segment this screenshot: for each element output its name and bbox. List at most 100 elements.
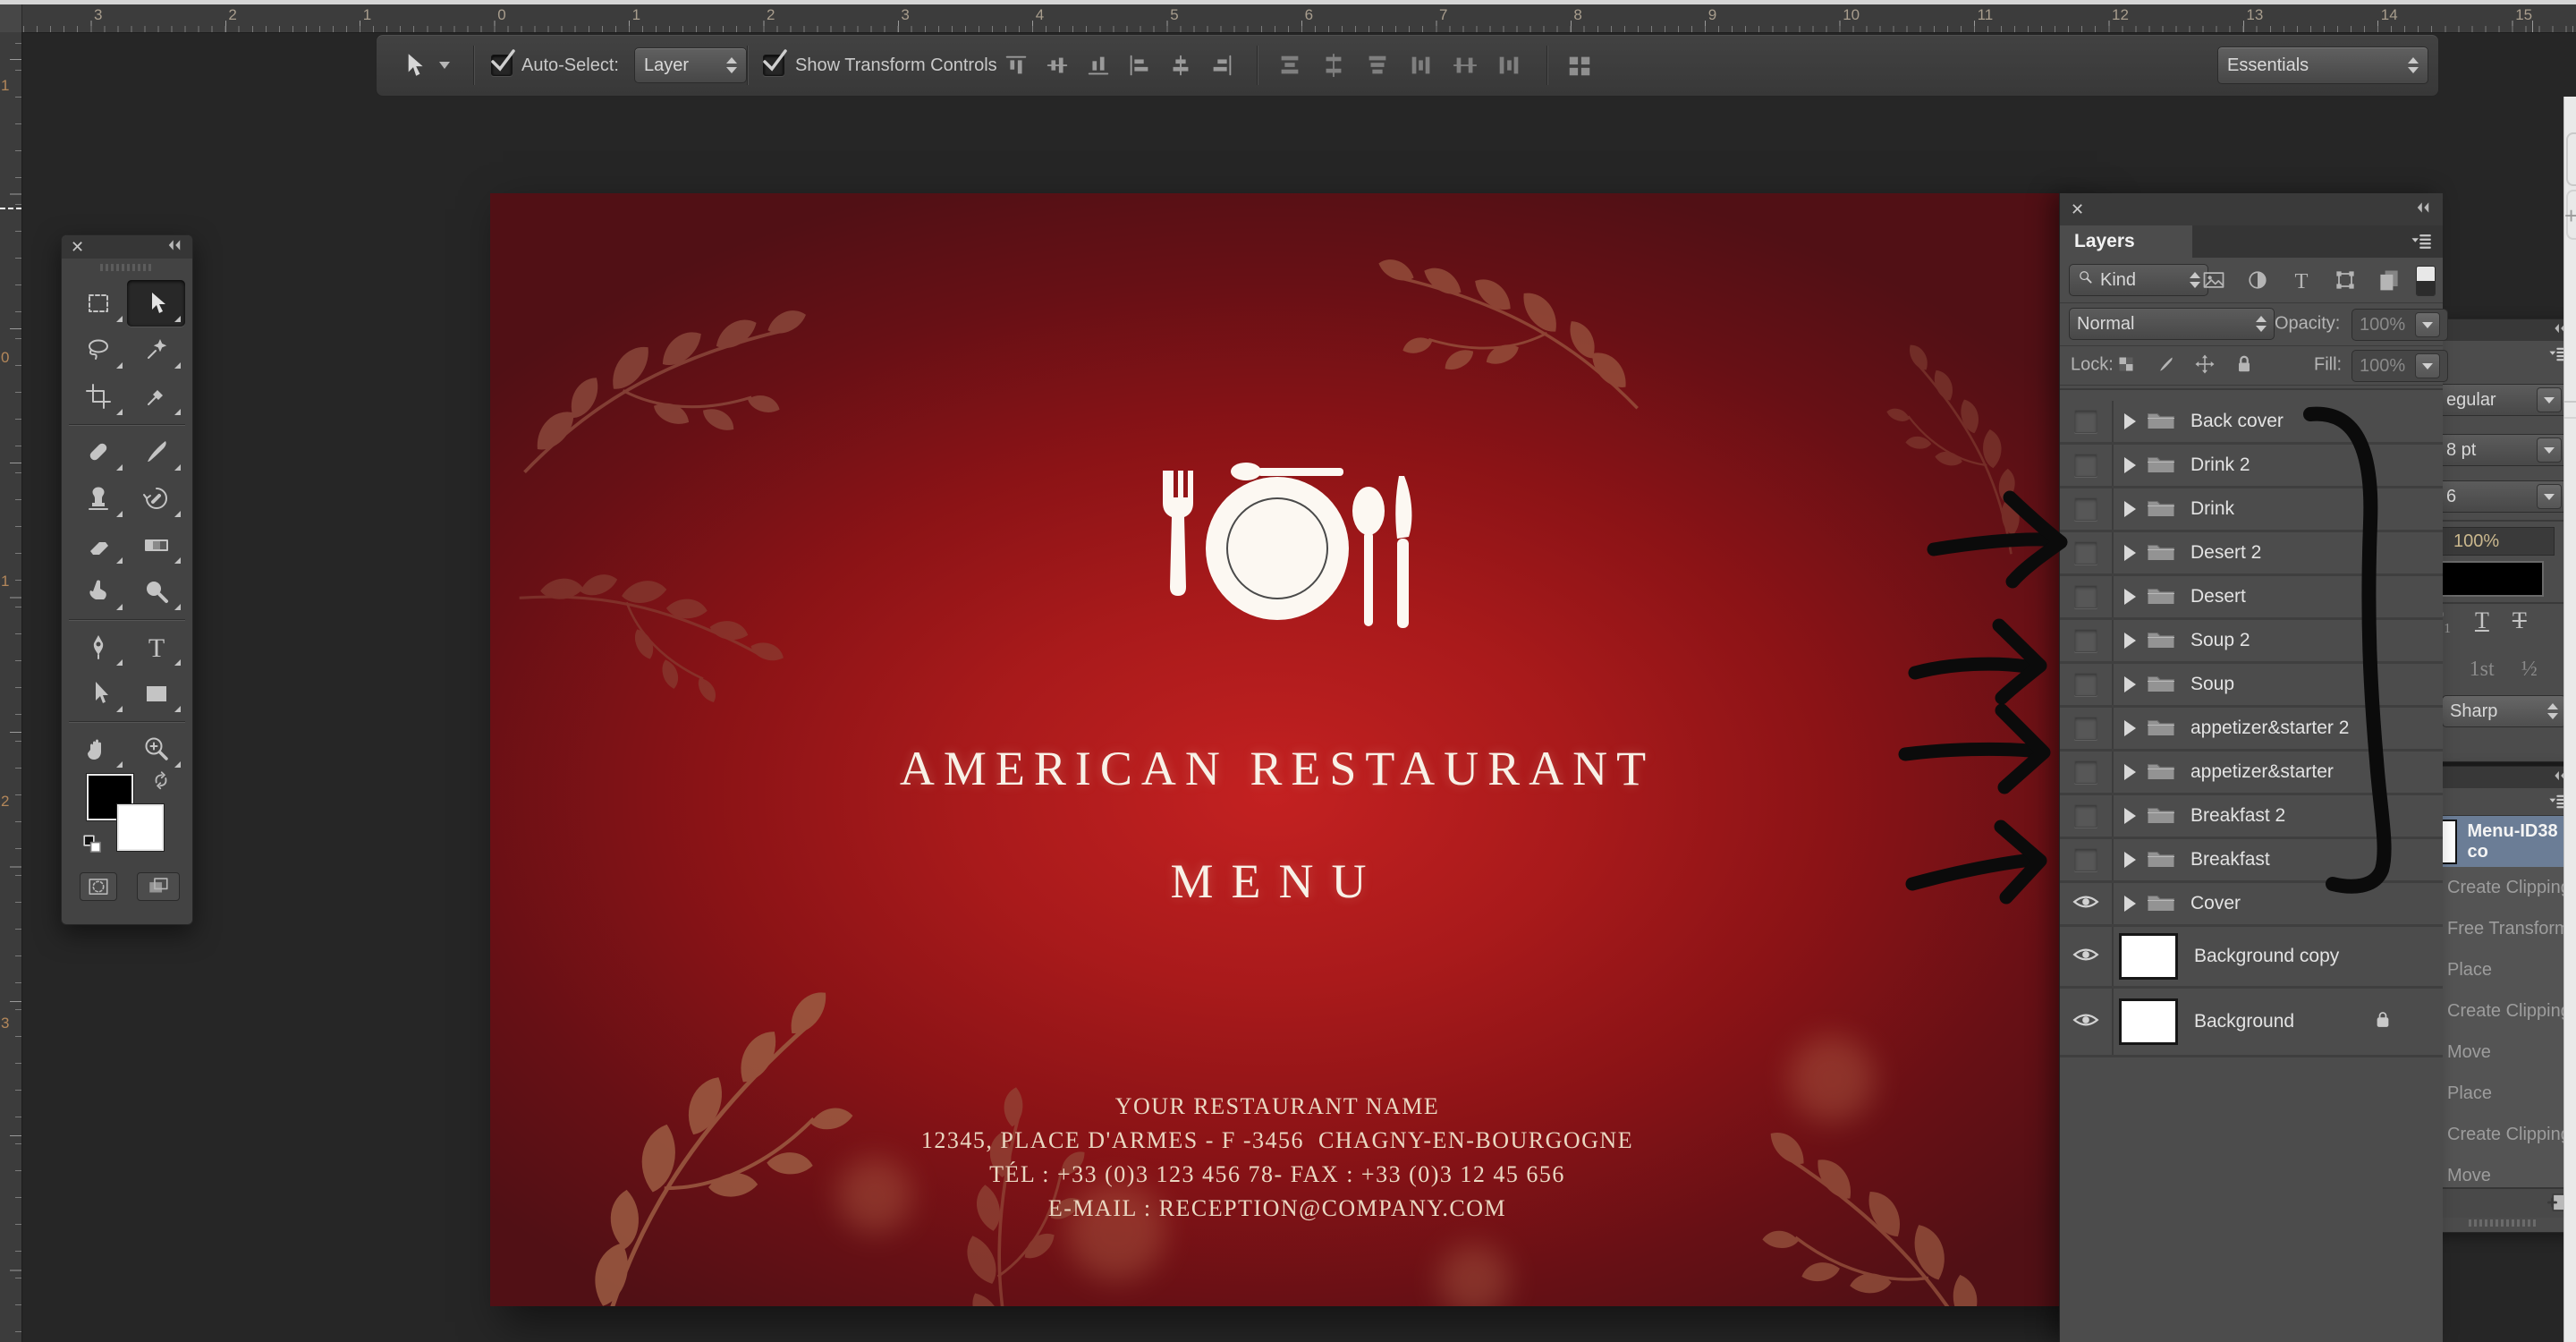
align-right-edges-icon[interactable] xyxy=(1205,48,1239,82)
brush-tool[interactable] xyxy=(127,429,185,475)
disclosure-triangle-icon[interactable] xyxy=(2124,676,2136,692)
layer-row[interactable]: Soup xyxy=(2060,664,2443,708)
filter-smart-object-icon[interactable] xyxy=(2377,268,2403,294)
quick-mask-button[interactable] xyxy=(80,872,117,901)
layer-name[interactable]: Drink 2 xyxy=(2190,454,2250,476)
visibility-toggle[interactable] xyxy=(2060,883,2114,924)
visibility-toggle[interactable] xyxy=(2060,532,2114,573)
horizontal-ruler[interactable]: 3 2 1 0 1 2 3 4 5 6 7 8 9 10 11 12 13 14 15 xyxy=(0,4,2576,33)
distribute-bottom-edges-icon[interactable] xyxy=(1360,48,1394,82)
align-bottom-edges-icon[interactable] xyxy=(1081,48,1115,82)
visibility-toggle[interactable] xyxy=(2060,401,2114,442)
underline-icon[interactable]: T xyxy=(2475,607,2489,634)
layer-name[interactable]: Desert xyxy=(2190,586,2246,607)
lock-position-icon[interactable] xyxy=(2194,353,2217,377)
show-transform-checkbox[interactable] xyxy=(763,49,787,76)
disclosure-triangle-icon[interactable] xyxy=(2124,457,2136,473)
tab-layers[interactable]: Layers xyxy=(2060,225,2192,258)
fractions-icon[interactable]: ½ xyxy=(2521,658,2538,682)
visibility-toggle[interactable] xyxy=(2060,989,2114,1055)
vertical-scale-field[interactable]: 100% xyxy=(2440,527,2555,556)
opentype-icons[interactable]: T 1st ½ xyxy=(2429,658,2538,682)
rectangle-shape-tool[interactable] xyxy=(127,670,185,717)
history-snapshot[interactable]: Menu-ID38 co xyxy=(2429,815,2576,869)
lasso-tool[interactable] xyxy=(69,327,127,373)
layer-row[interactable]: Soup 2 xyxy=(2060,620,2443,664)
lock-all-icon[interactable] xyxy=(2233,353,2257,377)
distribute-horizontal-centers-icon[interactable] xyxy=(1448,48,1482,82)
visibility-toggle[interactable] xyxy=(2060,752,2114,793)
ordinals-icon[interactable]: 1st xyxy=(2470,658,2495,682)
visibility-toggle[interactable] xyxy=(2060,488,2114,530)
layer-name[interactable]: Breakfast 2 xyxy=(2190,805,2285,827)
spot-healing-tool[interactable] xyxy=(69,429,127,475)
collapse-panel-icon[interactable] xyxy=(2414,199,2432,221)
filter-toggle-switch[interactable] xyxy=(2416,266,2436,296)
hand-tool[interactable] xyxy=(69,726,127,772)
swap-colors-icon[interactable] xyxy=(149,770,173,796)
filter-type-icon[interactable]: T xyxy=(2289,268,2316,294)
leading-dropdown[interactable]: 6 xyxy=(2438,480,2570,513)
ruler-corner[interactable] xyxy=(0,4,22,33)
visibility-toggle[interactable] xyxy=(2060,795,2114,837)
layer-name[interactable]: appetizer&starter 2 xyxy=(2190,718,2349,739)
layer-row[interactable]: Background copy xyxy=(2060,927,2443,989)
layer-name[interactable]: Drink xyxy=(2190,498,2234,520)
layer-row[interactable]: Breakfast xyxy=(2060,839,2443,883)
eyedropper-tool[interactable] xyxy=(127,373,185,420)
rectangular-marquee-tool[interactable] xyxy=(69,280,127,327)
visibility-toggle[interactable] xyxy=(2060,708,2114,749)
vertical-ruler[interactable]: 1 0 1 2 3 xyxy=(0,32,22,1342)
font-size-dropdown[interactable]: 8 pt xyxy=(2438,434,2570,466)
layer-name[interactable]: appetizer&starter xyxy=(2190,761,2334,783)
type-tool[interactable]: T xyxy=(127,624,185,670)
layer-name[interactable]: Background xyxy=(2194,1011,2294,1032)
align-horizontal-centers-icon[interactable] xyxy=(1164,48,1198,82)
layer-row[interactable]: appetizer&starter 2 xyxy=(2060,708,2443,752)
layer-name[interactable]: Back cover xyxy=(2190,411,2284,432)
layer-name[interactable]: Soup xyxy=(2190,674,2234,695)
layer-name[interactable]: Cover xyxy=(2190,893,2241,914)
history-state[interactable]: Create Clipping xyxy=(2429,990,2576,1035)
strikethrough-icon[interactable]: T xyxy=(2512,607,2527,634)
collapse-panel-icon[interactable] xyxy=(165,236,183,259)
default-colors-icon[interactable] xyxy=(81,833,105,861)
clone-stamp-tool[interactable] xyxy=(69,475,127,522)
lock-paint-icon[interactable] xyxy=(2155,353,2178,377)
zoom-tool[interactable] xyxy=(127,726,185,772)
history-state[interactable]: Move xyxy=(2429,1032,2576,1076)
eraser-tool[interactable] xyxy=(69,522,127,568)
disclosure-triangle-icon[interactable] xyxy=(2124,589,2136,605)
filter-kind-dropdown[interactable]: Kind xyxy=(2069,264,2208,296)
layer-name[interactable]: Background copy xyxy=(2194,946,2339,967)
close-icon[interactable]: ✕ xyxy=(71,238,84,257)
layer-name[interactable]: Breakfast xyxy=(2190,849,2270,871)
layer-row[interactable]: Drink 2 xyxy=(2060,445,2443,488)
layer-name[interactable]: Soup 2 xyxy=(2190,630,2250,651)
auto-align-layers-icon[interactable] xyxy=(1563,48,1597,82)
filter-adjustment-icon[interactable] xyxy=(2245,268,2272,294)
fill-dropdown[interactable]: 100% xyxy=(2351,350,2448,382)
filter-shape-icon[interactable] xyxy=(2333,268,2360,294)
pen-tool[interactable] xyxy=(69,624,127,670)
disclosure-triangle-icon[interactable] xyxy=(2124,896,2136,912)
layer-row[interactable]: Back cover xyxy=(2060,401,2443,445)
visibility-toggle[interactable] xyxy=(2060,927,2114,986)
workspace-switcher[interactable]: Essentials xyxy=(2217,47,2428,84)
layer-row[interactable]: Background xyxy=(2060,989,2443,1057)
disclosure-triangle-icon[interactable] xyxy=(2124,633,2136,649)
auto-select-checkbox[interactable] xyxy=(491,49,515,76)
smudge-tool[interactable] xyxy=(69,568,127,615)
distribute-right-edges-icon[interactable] xyxy=(1492,48,1526,82)
lock-transparent-icon[interactable] xyxy=(2115,353,2139,377)
opacity-dropdown[interactable]: 100% xyxy=(2351,309,2448,341)
disclosure-triangle-icon[interactable] xyxy=(2124,764,2136,780)
disclosure-triangle-icon[interactable] xyxy=(2124,852,2136,868)
align-left-edges-icon[interactable] xyxy=(1123,48,1157,82)
dodge-tool[interactable] xyxy=(127,568,185,615)
distribute-left-edges-icon[interactable] xyxy=(1404,48,1438,82)
toolbox-drag-handle[interactable] xyxy=(100,264,154,271)
visibility-toggle[interactable] xyxy=(2060,620,2114,661)
visibility-toggle[interactable] xyxy=(2060,664,2114,705)
type-style-icons[interactable]: T₁ T T xyxy=(2429,607,2527,634)
